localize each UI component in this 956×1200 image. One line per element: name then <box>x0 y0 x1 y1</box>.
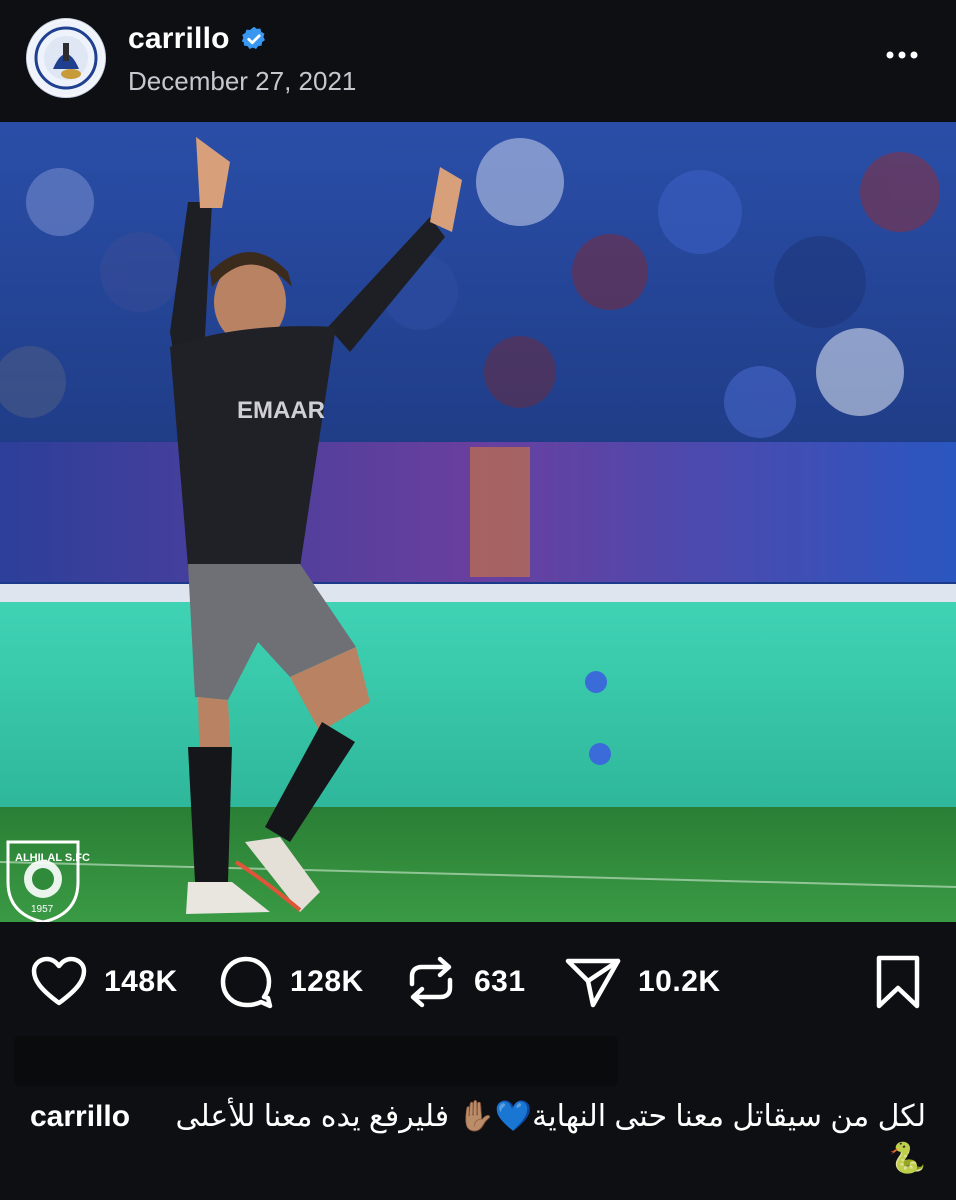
shares-count: 10.2K <box>638 965 721 998</box>
player-celebration-image: EMAAR ALHILAL S.FC 1957 <box>0 122 956 922</box>
shirt-sponsor-text: EMAAR <box>237 397 325 424</box>
comments-count: 128K <box>290 965 364 998</box>
badge-year: 1957 <box>31 904 54 915</box>
liked-by-bar <box>14 1036 618 1086</box>
send-icon <box>565 958 621 1008</box>
comment-icon <box>220 956 273 1009</box>
al-hilal-crest-avatar-icon <box>29 21 103 95</box>
likes-count: 148K <box>104 965 178 998</box>
share-button[interactable]: 10.2K <box>564 950 721 1014</box>
caption-username[interactable]: carrillo <box>30 1100 130 1134</box>
comment-button[interactable]: 128K <box>218 950 364 1014</box>
like-button[interactable]: 148K <box>30 950 178 1014</box>
post-date: December 27, 2021 <box>128 66 357 96</box>
username[interactable]: carrillo <box>128 22 230 56</box>
post-header: carrillo December 27, 2021 <box>0 0 956 120</box>
verified-badge-icon <box>241 26 265 50</box>
avatar[interactable] <box>26 18 106 98</box>
heart-icon <box>31 956 87 1006</box>
reposts-count: 631 <box>474 965 526 998</box>
repost-icon <box>409 956 453 1008</box>
badge-text: ALHILAL S.FC <box>15 852 90 864</box>
post-photo[interactable]: EMAAR ALHILAL S.FC 1957 <box>0 122 956 922</box>
bookmark-icon[interactable] <box>874 954 922 1010</box>
repost-button[interactable]: 631 <box>404 950 526 1014</box>
post-actions: 148K 128K 631 10.2K <box>0 950 956 1014</box>
caption-text: لكل من سيقاتل معنا حتى النهاية💙✋🏽 فليرفع… <box>175 1100 926 1175</box>
more-horizontal-icon[interactable] <box>882 40 922 70</box>
